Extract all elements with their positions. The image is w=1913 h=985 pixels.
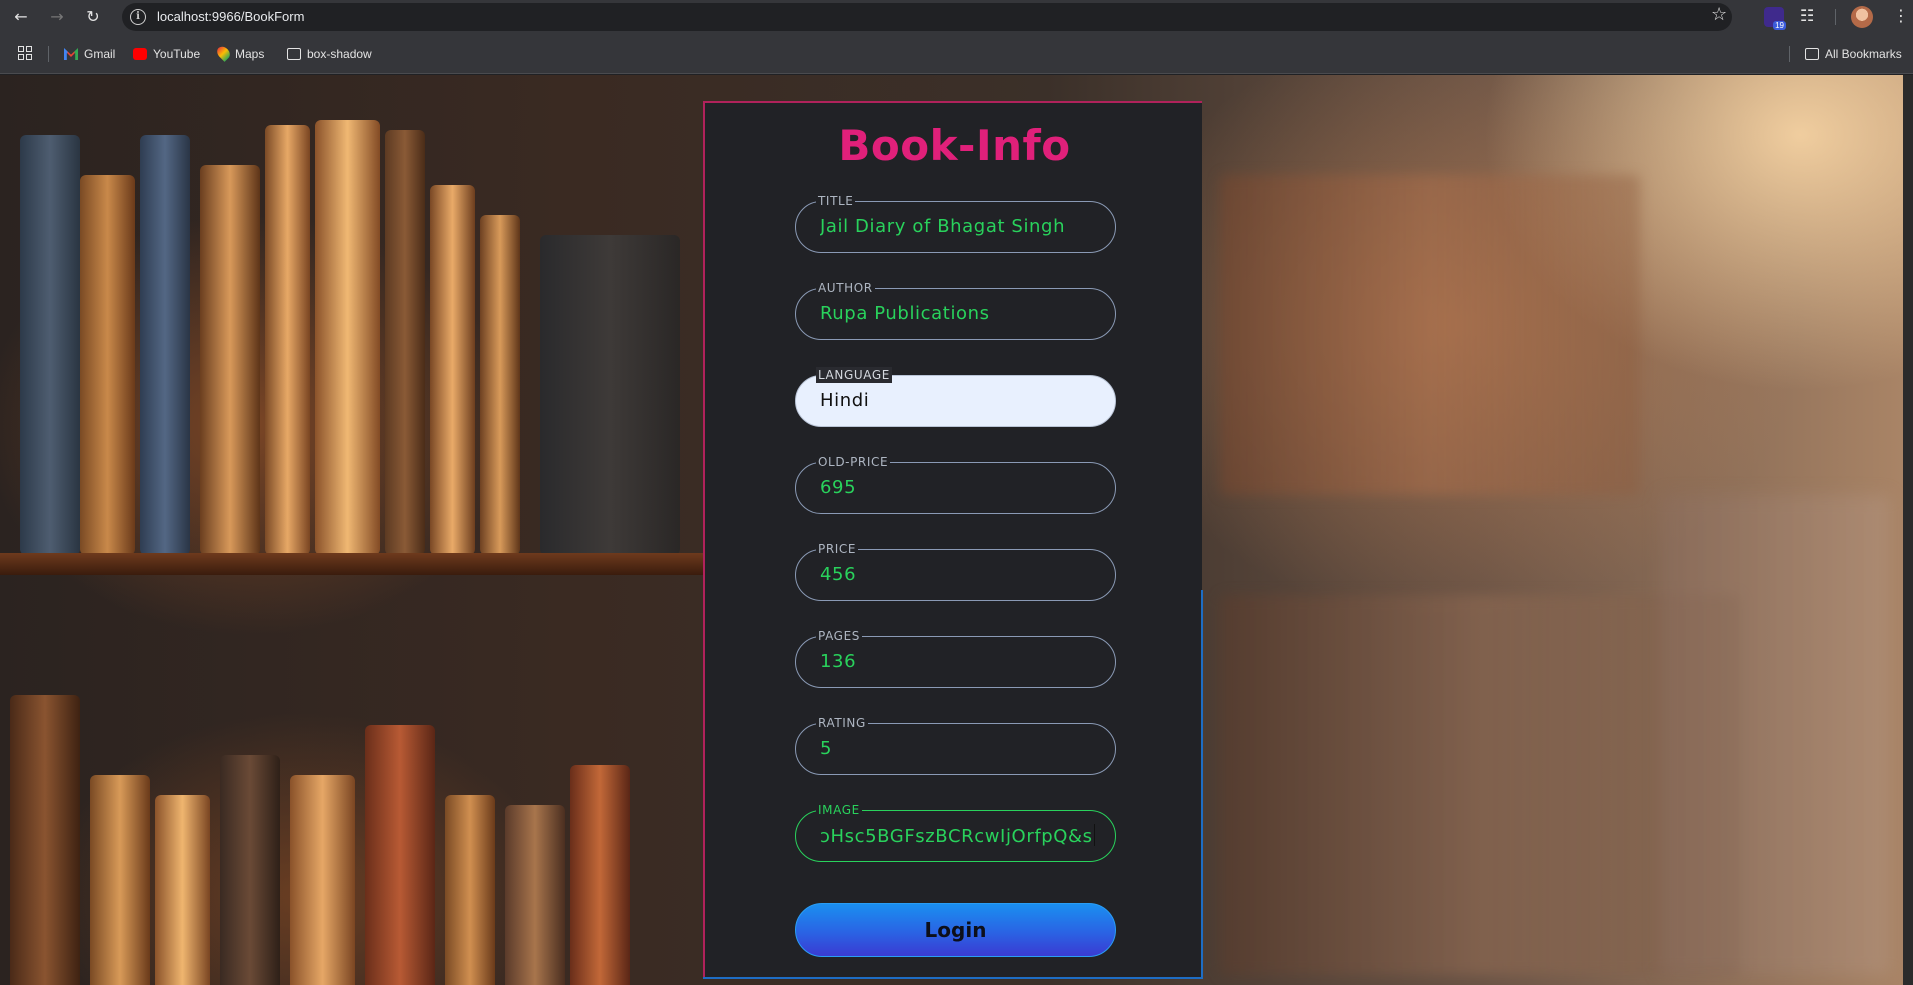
all-bookmarks[interactable]: All Bookmarks [1805,45,1902,63]
old-price-field-label: OLD-PRICE [816,454,891,470]
language-field-label: LANGUAGE [816,367,892,383]
price-field-label: PRICE [816,541,859,557]
browser-toolbar: ← → ↻ i localhost:9966/BookForm ☆ 19 ☷ ⋮ [0,0,1913,34]
text-caret [1093,824,1095,846]
book-spine [430,185,475,555]
bookmark-label: Maps [235,47,265,61]
language-field[interactable]: LANGUAGE Hindi [795,367,1116,427]
toolbar-divider [1835,9,1836,25]
old-price-input[interactable]: 695 [820,476,1100,500]
price-input[interactable]: 456 [820,563,1100,587]
youtube-icon [133,48,147,60]
page-scrollbar[interactable] [1903,75,1913,985]
book-spine [365,725,435,985]
shelf [0,553,703,575]
title-field-label: TITLE [816,193,856,209]
book-spine [265,125,310,555]
image-field[interactable]: IMAGE ɔHsc5BGFszBCRcwIjOrfpQ&s [795,802,1116,862]
bookmark-folder-box-shadow[interactable]: box-shadow [287,45,372,63]
book-spine [290,775,355,985]
book-info-form: Book-Info TITLE Jail Diary of Bhagat Sin… [703,101,1202,979]
pages-input[interactable]: 136 [820,650,1100,674]
book-spine [140,135,190,555]
bookmark-label: YouTube [153,47,201,61]
bookmarks-bar: Gmail YouTube Maps box-shadow All Bookma… [0,34,1913,74]
blurred-books [1220,175,1640,495]
bookmark-label: Gmail [84,47,116,61]
book-spine [480,215,520,555]
book-spine [315,120,380,555]
card-border-accent [1201,590,1203,979]
book-spine [505,805,565,985]
bookmarks-divider [48,46,49,62]
image-field-label: IMAGE [816,802,862,818]
price-field[interactable]: PRICE 456 [795,541,1116,601]
old-price-field[interactable]: OLD-PRICE 695 [795,454,1116,514]
rating-field-label: RATING [816,715,868,731]
book-spine [445,795,495,985]
book-spine [80,175,135,555]
bookmark-gmail[interactable]: Gmail [64,45,115,63]
book-spine [155,795,210,985]
url-text[interactable]: localhost:9966/BookForm [157,9,304,24]
bookmark-star-icon[interactable]: ☆ [1711,4,1727,25]
reload-icon[interactable]: ↻ [81,5,105,29]
site-info-icon[interactable]: i [130,9,146,25]
bookmark-youtube[interactable]: YouTube [133,45,200,63]
rating-field[interactable]: RATING 5 [795,715,1116,775]
all-bookmarks-label: All Bookmarks [1825,47,1902,61]
author-input[interactable]: Rupa Publications [820,302,1100,326]
extension-badge-count: 19 [1773,21,1786,30]
book-spine [10,695,80,985]
bookmarks-divider [1789,46,1790,62]
book-spine [200,165,260,555]
book-spine [20,135,80,555]
folder-icon [1805,48,1819,60]
gmail-icon [64,48,78,60]
book-spine [385,130,425,555]
login-button[interactable]: Login [795,903,1116,957]
book-spine [220,755,280,985]
title-field[interactable]: TITLE Jail Diary of Bhagat Singh [795,193,1116,253]
title-input[interactable]: Jail Diary of Bhagat Singh [820,215,1100,239]
card-border-accent [703,977,1202,979]
book-spine [570,765,630,985]
folder-icon [287,48,301,60]
language-input[interactable]: Hindi [820,389,1100,413]
address-bar[interactable]: i localhost:9966/BookForm [122,3,1732,31]
kebab-menu-icon[interactable]: ⋮ [1893,6,1909,25]
pages-field-label: PAGES [816,628,862,644]
book-spine [90,775,150,985]
blurred-books [1660,495,1890,975]
bookmark-label: box-shadow [307,47,372,61]
author-field[interactable]: AUTHOR Rupa Publications [795,280,1116,340]
forward-icon[interactable]: → [45,5,69,29]
book-spine [540,235,680,555]
bookmark-maps[interactable]: Maps [214,44,265,63]
extension-icon[interactable]: 19 [1764,7,1786,30]
apps-grid-icon[interactable] [18,46,32,60]
author-field-label: AUTHOR [816,280,875,296]
maps-icon [214,44,233,62]
form-title: Book-Info [838,121,1071,170]
back-icon[interactable]: ← [9,5,33,29]
image-input-text: ɔHsc5BGFszBCRcwIjOrfpQ&s [820,826,1093,847]
image-input[interactable]: ɔHsc5BGFszBCRcwIjOrfpQ&s [820,824,1100,849]
rating-input[interactable]: 5 [820,737,1100,761]
profile-avatar[interactable] [1851,6,1873,28]
extensions-puzzle-icon[interactable]: ☷ [1800,6,1818,25]
pages-field[interactable]: PAGES 136 [795,628,1116,688]
